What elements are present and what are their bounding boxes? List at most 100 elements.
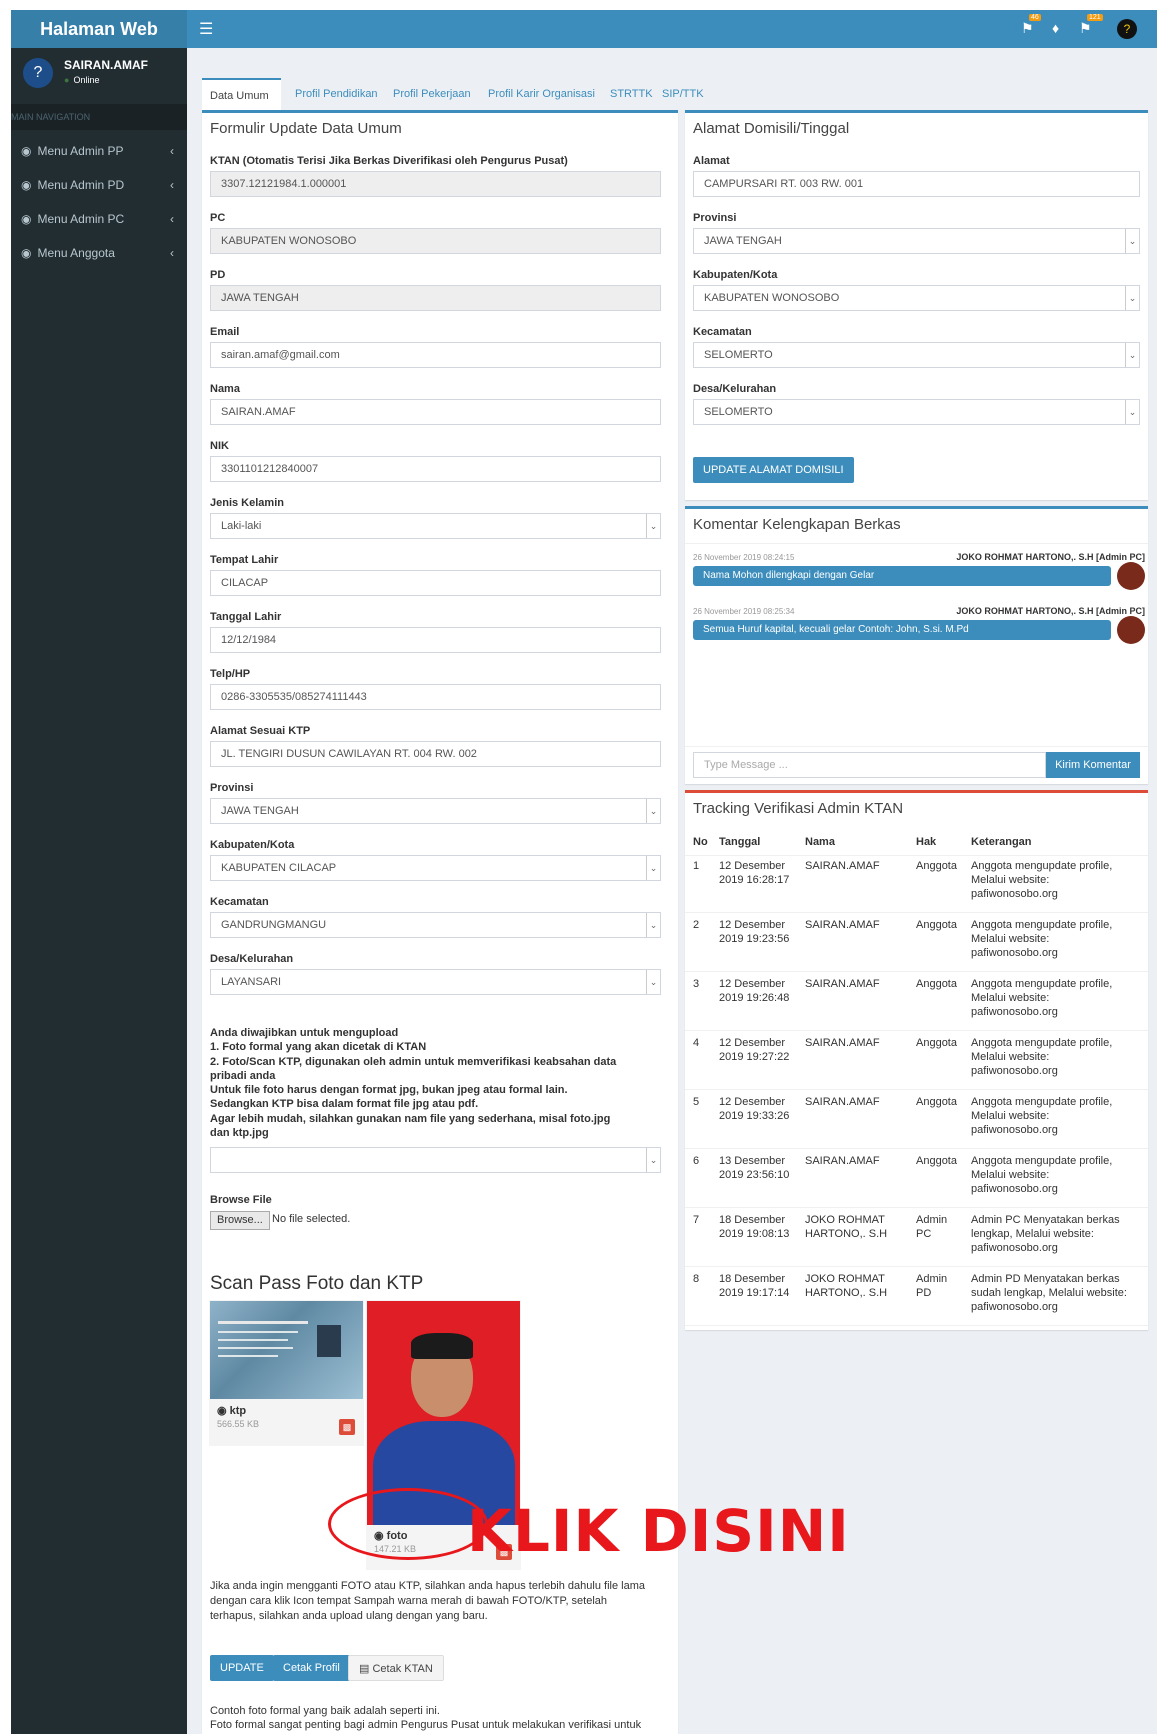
footer-note-line: Contoh foto formal yang baik adalah sepe… [210,1705,440,1717]
cell-keterangan: Melalui website: [971,933,1050,945]
dashboard-icon: ◉ [21,144,32,158]
kecamatan-select[interactable]: GANDRUNGMANGU ⌄ [210,912,661,938]
commenter-avatar [1117,616,1145,644]
email-field[interactable]: sairan.amaf@gmail.com [210,342,661,368]
chevron-down-icon: ⌄ [646,514,660,538]
cell-nama: SAIRAN.AMAF [805,860,880,872]
cetak-profil-button[interactable]: Cetak Profil [273,1655,350,1681]
chevron-down-icon: ⌄ [646,913,660,937]
trash-icon[interactable]: ▩ [339,1419,355,1435]
nik-field[interactable]: 3301101212840007 [210,456,661,482]
th-hak: Hak [916,836,937,848]
kabupaten-select[interactable]: KABUPATEN CILACAP ⌄ [210,855,661,881]
user-status: ● Online [64,75,99,85]
domisili-alamat-label: Alamat [693,155,730,167]
jenis-kelamin-select[interactable]: Laki-laki ⌄ [210,513,661,539]
tab-profil-pekerjaan[interactable]: Profil Pekerjaan [385,78,479,110]
tasks-flag-icon[interactable]: ⚑ 121 [1079,14,1103,37]
cell-no: 5 [693,1096,700,1108]
cell-keterangan: Anggota mengupdate profile, [971,1096,1113,1108]
domisili-box: Alamat Domisili/Tinggal Alamat CAMPURSAR… [685,110,1148,500]
sidebar-item-admin-pc[interactable]: ◉ Menu Admin PC ‹ [11,202,187,236]
tempat-lahir-field[interactable]: CILACAP [210,570,661,596]
sidebar-header: MAIN NAVIGATION [11,104,187,130]
kirim-komentar-button[interactable]: Kirim Komentar [1046,752,1140,778]
update-button[interactable]: UPDATE [210,1655,274,1681]
ktp-line [218,1321,308,1324]
top-navbar: Halaman Web ☰ ⚑ 46 ♦ ⚑ 121 ? [11,10,1157,48]
cell-no: 4 [693,1037,700,1049]
app-logo[interactable]: Halaman Web [11,10,187,48]
ktp-line [218,1355,278,1357]
upload-note-line: Untuk file foto harus dengan format jpg,… [210,1084,568,1096]
tracking-box: Tracking Verifikasi Admin KTAN No Tangga… [685,790,1148,1330]
hamburger-icon[interactable]: ☰ [199,19,213,39]
cell-no: 2 [693,919,700,931]
desa-select[interactable]: LAYANSARI ⌄ [210,969,661,995]
cell-tanggal: 12 Desember [719,1096,786,1108]
sidebar-item-anggota[interactable]: ◉ Menu Anggota ‹ [11,236,187,270]
sidebar-item-admin-pp[interactable]: ◉ Menu Admin PP ‹ [11,134,187,168]
sidebar-item-admin-pd[interactable]: ◉ Menu Admin PD ‹ [11,168,187,202]
ktp-file-size: 566.55 KB [217,1419,260,1429]
domisili-kecamatan-value: SELOMERTO [704,349,773,361]
provinsi-label: Provinsi [210,782,254,794]
cell-keterangan: Anggota mengupdate profile, [971,919,1113,931]
tanggal-lahir-field[interactable]: 12/12/1984 [210,627,661,653]
form-title: Formulir Update Data Umum [210,120,402,137]
comment-input[interactable]: Type Message ... [693,752,1046,778]
tab-profil-karir-organisasi[interactable]: Profil Karir Organisasi [480,78,603,110]
kabupaten-label: Kabupaten/Kota [210,839,295,851]
bell-icon[interactable]: ♦ [1052,20,1059,36]
cell-keterangan: pafiwonosobo.org [971,947,1058,959]
tab-strttk[interactable]: STRTTK [602,78,661,110]
tab-sip-ttk[interactable]: SIP/TTK [654,78,712,110]
chevron-left-icon: ‹ [170,144,174,158]
tab-profil-pendidikan[interactable]: Profil Pendidikan [287,78,386,110]
scan-title: Scan Pass Foto dan KTP [210,1273,424,1294]
sidebar-item-label: Menu Admin PD [37,178,125,192]
domisili-alamat-field[interactable]: CAMPURSARI RT. 003 RW. 001 [693,171,1140,197]
domisili-title: Alamat Domisili/Tinggal [693,120,850,137]
sidebar: ? SAIRAN.AMAF ● Online MAIN NAVIGATION ◉ M… [11,48,187,1734]
domisili-kecamatan-select[interactable]: SELOMERTO ⌄ [693,342,1140,368]
domisili-desa-value: SELOMERTO [704,406,773,418]
upload-type-select[interactable]: ⌄ [210,1147,661,1173]
alamat-ktp-field[interactable]: JL. TENGIRI DUSUN CAWILAYAN RT. 004 RW. … [210,741,661,767]
footer-note-line: Foto formal sangat penting bagi admin Pe… [210,1719,642,1731]
ktp-line [218,1347,293,1349]
user-avatar-icon[interactable]: ? [1117,19,1137,39]
telp-field[interactable]: 0286-3305535/085274111443 [210,684,661,710]
cell-nama: SAIRAN.AMAF [805,1096,880,1108]
nama-field[interactable]: SAIRAN.AMAF [210,399,661,425]
comment-bubble: Nama Mohon dilengkapi dengan Gelar [693,566,1111,586]
dashboard-icon: ◉ [21,212,32,226]
sidebar-item-label: Menu Admin PP [37,144,124,158]
cell-hak: PC [916,1228,932,1240]
kabupaten-value: KABUPATEN CILACAP [221,862,337,874]
domisili-desa-select[interactable]: SELOMERTO ⌄ [693,399,1140,425]
cell-tanggal: 12 Desember [719,1037,786,1049]
comment-author: JOKO ROHMAT HARTONO,. S.H [Admin PC] [956,552,1145,562]
jenis-kelamin-label: Jenis Kelamin [210,497,284,509]
domisili-kabupaten-select[interactable]: KABUPATEN WONOSOBO ⌄ [693,285,1140,311]
update-alamat-domisili-button[interactable]: UPDATE ALAMAT DOMISILI [693,457,854,483]
cell-tanggal: 13 Desember [719,1155,786,1167]
cetak-ktan-button[interactable]: ▤ Cetak KTAN [348,1655,444,1681]
domisili-provinsi-value: JAWA TENGAH [704,235,782,247]
upload-note-line: 2. Foto/Scan KTP, digunakan oleh admin u… [210,1056,617,1068]
comment-time: 26 November 2019 08:25:34 [693,607,795,616]
cell-nama: JOKO ROHMAT [805,1214,885,1226]
row-divider [685,1325,1148,1326]
chevron-down-icon: ⌄ [646,856,660,880]
user-name: SAIRAN.AMAF [64,58,148,72]
browse-button[interactable]: Browse... [210,1211,270,1230]
tab-data-umum[interactable]: Data Umum [202,78,281,110]
online-dot-icon: ● [64,75,70,85]
domisili-provinsi-select[interactable]: JAWA TENGAH ⌄ [693,228,1140,254]
cell-keterangan: pafiwonosobo.org [971,1301,1058,1313]
comment-author: JOKO ROHMAT HARTONO,. S.H [Admin PC] [956,606,1145,616]
cell-tanggal: 12 Desember [719,978,786,990]
notification-flag-icon[interactable]: ⚑ 46 [1021,14,1041,37]
provinsi-select[interactable]: JAWA TENGAH ⌄ [210,798,661,824]
